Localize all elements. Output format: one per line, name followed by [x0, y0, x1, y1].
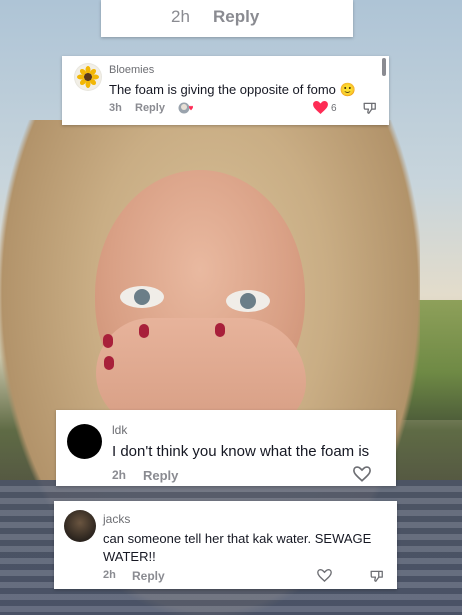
comment-card: jacks can someone tell her that kak wate…: [54, 501, 397, 589]
like-heart-icon[interactable]: [353, 466, 371, 487]
comment-text: I don't think you know what the foam is: [112, 443, 370, 460]
scrollbar[interactable]: [382, 58, 386, 76]
comment-time: 3h: [109, 102, 122, 114]
avatar[interactable]: [67, 424, 102, 459]
like-heart-icon[interactable]: [317, 569, 332, 587]
sunflower-icon: [75, 64, 101, 90]
comment-card: Bloemies The foam is giving the opposite…: [62, 56, 389, 125]
comment-text: The foam is giving the opposite of fomo …: [109, 82, 356, 98]
comment-text: can someone tell her that kak water. SEW…: [103, 531, 372, 564]
reply-button[interactable]: Reply: [132, 569, 165, 583]
comment-username[interactable]: Bloemies: [109, 64, 154, 76]
nail: [215, 323, 225, 337]
right-eye: [226, 290, 270, 312]
creator-liked-icon: [178, 101, 194, 120]
comment-username[interactable]: ldk: [112, 423, 127, 437]
comment-time: 2h: [171, 7, 190, 26]
slight-smile-emoji: 🙂: [339, 82, 356, 97]
comment-time: 2h: [103, 569, 116, 581]
like-count: 6: [331, 103, 337, 114]
left-eye: [120, 286, 164, 308]
comment-card: ldk I don't think you know what the foam…: [56, 410, 396, 486]
nail: [104, 356, 114, 370]
nail: [139, 324, 149, 338]
nail: [103, 334, 113, 348]
avatar[interactable]: [64, 510, 96, 542]
comment-time: 2h: [112, 468, 127, 482]
dislike-icon[interactable]: [363, 101, 377, 120]
reply-button[interactable]: Reply: [135, 102, 165, 114]
dislike-icon[interactable]: [370, 569, 384, 588]
reply-button[interactable]: Reply: [213, 7, 259, 27]
reply-button[interactable]: Reply: [143, 468, 178, 483]
avatar[interactable]: [74, 63, 102, 91]
like-heart-icon[interactable]: [313, 101, 328, 119]
comment-text-body: The foam is giving the opposite of fomo: [109, 82, 336, 97]
comment-card-partial: 2h Reply: [101, 0, 353, 37]
comment-username[interactable]: jacks: [103, 512, 130, 526]
